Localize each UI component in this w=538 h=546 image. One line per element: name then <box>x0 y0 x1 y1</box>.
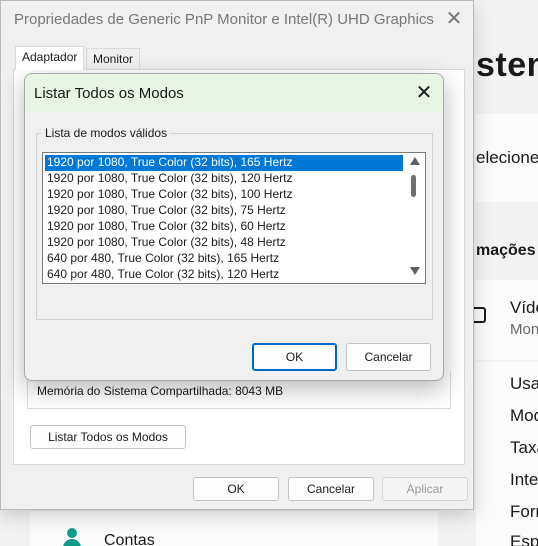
cancel-button[interactable]: Cancelar <box>288 477 374 501</box>
window-title: Propriedades de Generic PnP Monitor e In… <box>14 11 434 28</box>
tab-adaptador[interactable]: Adaptador <box>15 46 85 70</box>
modes-listbox[interactable]: 1920 por 1080, True Color (32 bits), 165… <box>42 152 426 284</box>
settings-accounts-row[interactable] <box>30 510 438 546</box>
settings-video-item[interactable]: Víde <box>510 298 538 318</box>
settings-row: Mod <box>510 406 538 425</box>
modes-group-label: Lista de modos válidos <box>42 126 171 140</box>
list-item[interactable]: 640 por 480, True Color (32 bits), 165 H… <box>45 251 403 267</box>
dialog-ok-button[interactable]: OK <box>252 343 337 371</box>
apply-button[interactable]: Aplicar <box>382 477 468 501</box>
ok-button[interactable]: OK <box>193 477 279 501</box>
settings-video-subtitle: Mon <box>510 321 538 338</box>
list-modes-dialog: Listar Todos os Modos ✕ Lista de modos v… <box>24 73 444 381</box>
list-item[interactable]: 1920 por 1080, True Color (32 bits), 165… <box>45 155 403 171</box>
settings-row: Forr <box>510 502 538 521</box>
settings-row: Inte <box>510 470 538 489</box>
scroll-up-icon[interactable] <box>410 157 420 165</box>
list-item[interactable]: 1920 por 1080, True Color (32 bits), 120… <box>45 171 403 187</box>
shared-memory-label: Memória do Sistema Compartilhada: 8043 M… <box>37 384 284 398</box>
list-item[interactable]: 1920 por 1080, True Color (32 bits), 60 … <box>45 219 403 235</box>
list-item[interactable]: 640 por 480, True Color (32 bits), 120 H… <box>45 267 403 283</box>
settings-page-subtitle: elecione u <box>476 148 538 167</box>
scrollbar-thumb[interactable] <box>411 175 416 197</box>
settings-row: Esp <box>510 532 538 546</box>
accounts-icon <box>62 528 82 546</box>
monitor-icon <box>474 307 486 323</box>
settings-section-heading: mações <box>476 242 536 259</box>
tab-monitor[interactable]: Monitor <box>86 48 141 70</box>
list-item[interactable]: 1920 por 1080, True Color (32 bits), 48 … <box>45 235 403 251</box>
settings-row: Usa <box>510 374 538 393</box>
dialog-cancel-button[interactable]: Cancelar <box>346 343 431 371</box>
list-item[interactable]: 1920 por 1080, True Color (32 bits), 75 … <box>45 203 403 219</box>
list-all-modes-button[interactable]: Listar Todos os Modos <box>30 425 186 449</box>
settings-accounts-label[interactable]: Contas <box>104 532 155 546</box>
list-item[interactable]: 1920 por 1080, True Color (32 bits), 100… <box>45 187 403 203</box>
scroll-down-icon[interactable] <box>410 267 420 275</box>
close-icon[interactable]: ✕ <box>409 79 439 109</box>
close-icon[interactable]: ✕ <box>439 5 469 35</box>
dialog-title: Listar Todos os Modos <box>34 85 184 102</box>
settings-row: Taxa <box>510 438 538 457</box>
settings-page-heading: stem <box>476 46 538 84</box>
